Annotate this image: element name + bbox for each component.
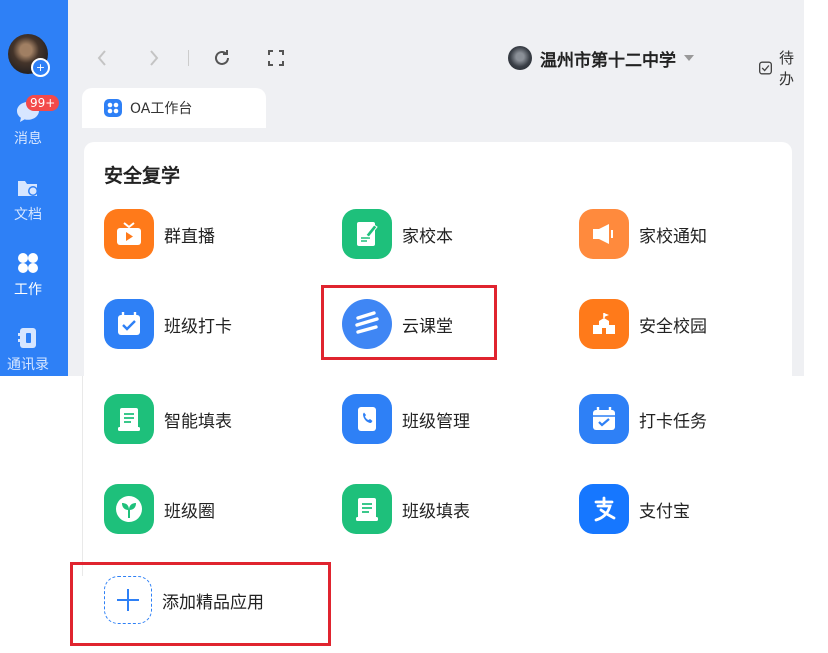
app-alipay[interactable]: 支付宝 (579, 482, 799, 536)
tab-label: OA工作台 (130, 101, 193, 117)
sprout-circle-icon (104, 484, 154, 534)
highlight-box-add-app (70, 562, 331, 646)
org-name: 温州市第十二中学 (540, 50, 676, 71)
sidebar-item-label: 文档 (14, 207, 42, 223)
app-label: 班级打卡 (164, 316, 232, 337)
class-contacts-icon (342, 394, 392, 444)
calendar-check-icon (104, 299, 154, 349)
sidebar-item-label: 通讯录 (7, 357, 49, 373)
checkbox-icon (759, 61, 772, 75)
class-form-icon (342, 484, 392, 534)
fullscreen-button[interactable] (264, 28, 288, 88)
highlight-box-cloud-classroom (321, 285, 497, 360)
toolbar-divider (188, 50, 189, 66)
app-label: 群直播 (164, 226, 215, 247)
app-smart-form[interactable]: 智能填表 (104, 392, 324, 446)
contacts-icon (18, 328, 36, 348)
app-checkin-task[interactable]: 打卡任务 (579, 392, 799, 446)
org-logo (508, 46, 532, 70)
refresh-icon (215, 50, 229, 65)
fullscreen-icon (268, 50, 284, 66)
refresh-button[interactable] (210, 28, 234, 88)
workbench-icon (104, 99, 122, 117)
app-label: 班级填表 (402, 501, 470, 522)
notebook-pen-icon (342, 209, 392, 259)
app-class-circle[interactable]: 班级圈 (104, 482, 324, 536)
app-home-school-notice[interactable]: 家校通知 (579, 207, 799, 261)
sidebar-item-work[interactable]: 工作 (0, 251, 56, 299)
todo-button[interactable]: 待办 (758, 47, 804, 89)
app-label: 智能填表 (164, 411, 232, 432)
sidebar-item-contacts[interactable]: 通讯录 (0, 326, 56, 374)
caret-down-icon (684, 55, 694, 61)
sidebar-item-label: 消息 (14, 131, 42, 147)
app-label: 支付宝 (639, 501, 690, 522)
app-class-form[interactable]: 班级填表 (342, 482, 562, 536)
app-label: 班级圈 (164, 501, 215, 522)
alipay-icon (579, 484, 629, 534)
app-safe-campus[interactable]: 安全校园 (579, 297, 799, 351)
app-label: 班级管理 (402, 411, 470, 432)
chevron-left-icon (97, 50, 106, 66)
app-label: 打卡任务 (639, 411, 707, 432)
sidebar: + 消息 99+ 文档 工作 通讯录 (0, 0, 68, 376)
app-label: 家校本 (402, 226, 453, 247)
app-home-school-book[interactable]: 家校本 (342, 207, 562, 261)
app-group-live[interactable]: 群直播 (104, 207, 324, 261)
school-building-icon (579, 299, 629, 349)
checkin-task-icon (579, 394, 629, 444)
forward-button[interactable] (142, 28, 166, 88)
app-class-checkin[interactable]: 班级打卡 (104, 297, 324, 351)
app-label: 安全校园 (639, 316, 707, 337)
panel-divider (82, 376, 83, 576)
app-label: 家校通知 (639, 226, 707, 247)
todo-label: 待办 (779, 49, 795, 88)
smart-form-icon (104, 394, 154, 444)
back-button[interactable] (90, 28, 114, 88)
folder-icon (18, 181, 38, 196)
add-status-icon[interactable]: + (31, 58, 50, 77)
megaphone-icon (579, 209, 629, 259)
live-tv-icon (104, 209, 154, 259)
sidebar-item-docs[interactable]: 文档 (0, 176, 56, 224)
toolbar: 温州市第十二中学 待办 (68, 28, 804, 88)
unread-badge: 99+ (26, 95, 60, 111)
app-class-management[interactable]: 班级管理 (342, 392, 562, 446)
org-switcher[interactable]: 温州市第十二中学 (508, 44, 694, 72)
sidebar-item-label: 工作 (14, 282, 42, 298)
chevron-right-icon (150, 50, 159, 66)
tab-oa-workbench[interactable]: OA工作台 (82, 88, 266, 128)
section-title: 安全复学 (104, 165, 181, 187)
work-grid-icon (18, 253, 38, 273)
